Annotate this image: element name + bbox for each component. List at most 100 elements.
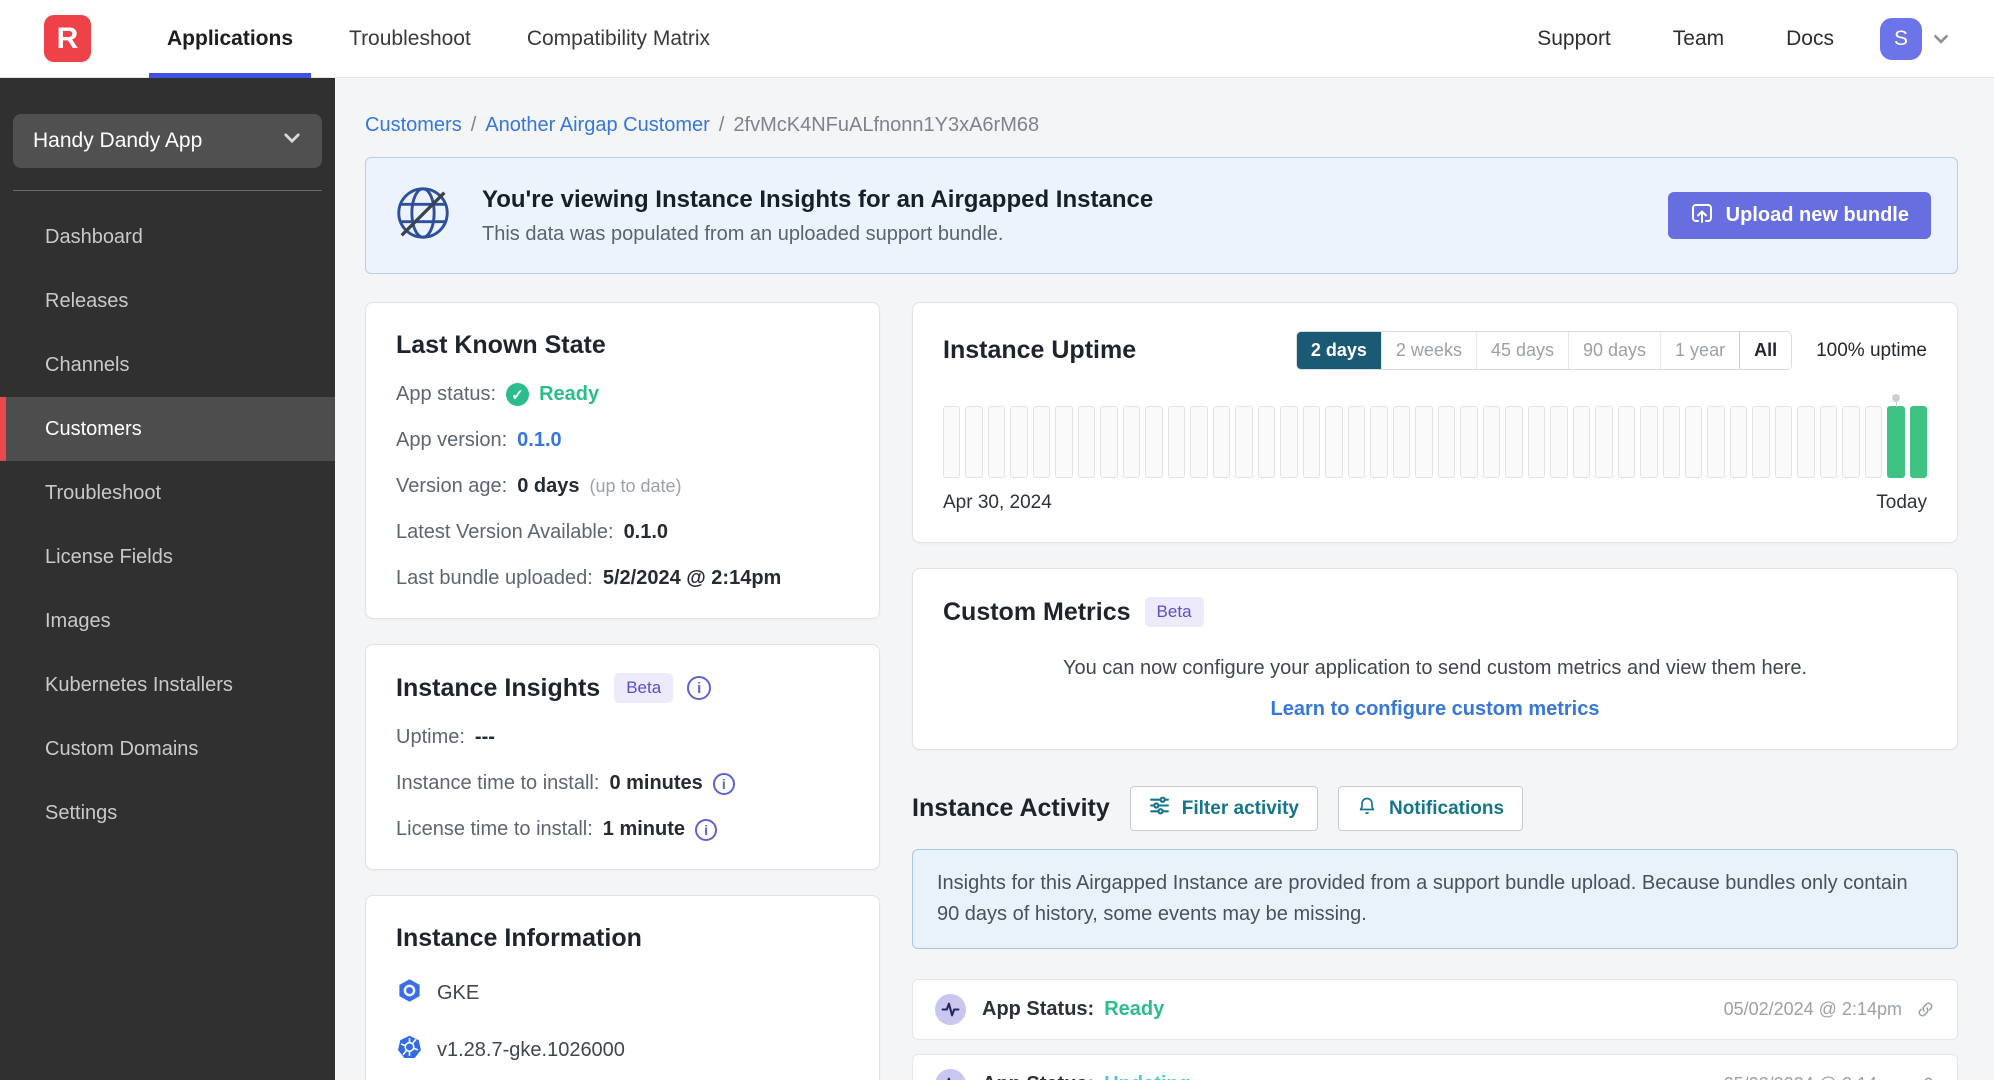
uptime-bar-empty[interactable] [1010, 406, 1028, 478]
uptime-bar-empty[interactable] [1392, 406, 1411, 478]
tab-applications[interactable]: Applications [139, 0, 321, 78]
uptime-bar-empty[interactable] [1280, 406, 1298, 478]
uptime-bar-empty[interactable] [965, 406, 983, 478]
nav-link-docs[interactable]: Docs [1786, 27, 1834, 51]
app-status-row: App status: ✓ Ready [396, 383, 600, 406]
custom-metrics-body: You can now configure your application t… [1062, 657, 1808, 679]
chevron-down-icon [282, 128, 302, 154]
uptime-bar-empty[interactable] [1235, 406, 1253, 478]
permalink-icon[interactable] [1916, 1075, 1935, 1080]
chevron-down-icon[interactable] [1932, 30, 1950, 48]
sidebar-item-channels[interactable]: Channels [0, 333, 335, 397]
uptime-bar-empty[interactable] [1257, 406, 1276, 478]
last-known-state-card: Last Known State App status: ✓ Ready App… [365, 302, 880, 619]
uptime-bar-empty[interactable] [1370, 406, 1388, 478]
uptime-bar-empty[interactable] [1617, 406, 1636, 478]
uptime-bar-empty[interactable] [1077, 406, 1096, 478]
notifications-button[interactable]: Notifications [1337, 786, 1524, 831]
replicated-logo[interactable]: R [44, 15, 91, 62]
sidebar-menu: Dashboard Releases Channels Customers Tr… [0, 205, 335, 845]
range-45-days[interactable]: 45 days [1475, 332, 1568, 369]
uptime-bar-empty[interactable] [1864, 406, 1883, 478]
uptime-bar-empty[interactable] [1415, 406, 1433, 478]
app-version-row: App version: 0.1.0 [396, 429, 562, 452]
breadcrumb: Customers / Another Airgap Customer / 2f… [365, 114, 1040, 137]
uptime-bar-empty[interactable] [1527, 406, 1546, 478]
range-1-year[interactable]: 1 year [1660, 332, 1740, 369]
uptime-summary: 100% uptime [1816, 339, 1927, 361]
uptime-bar-empty[interactable] [1752, 406, 1770, 478]
uptime-bar-empty[interactable] [1662, 406, 1680, 478]
instance-activity-header: Instance Activity Filter activity Notifi… [912, 786, 1958, 831]
uptime-bar-empty[interactable] [1842, 406, 1860, 478]
sidebar-item-releases[interactable]: Releases [0, 269, 335, 333]
app-selector[interactable]: Handy Dandy App [13, 114, 322, 168]
uptime-bar-empty[interactable] [1145, 406, 1163, 478]
uptime-bar-empty[interactable] [1325, 406, 1343, 478]
avatar[interactable]: S [1880, 17, 1922, 60]
instance-time-to-install-row: Instance time to install: 0 minutes i [396, 772, 849, 795]
sidebar-item-settings[interactable]: Settings [0, 781, 335, 845]
uptime-bar-empty[interactable] [1190, 406, 1208, 478]
upload-new-bundle-button[interactable]: Upload new bundle [1667, 192, 1931, 239]
uptime-bar-empty[interactable] [1819, 406, 1838, 478]
uptime-bar-empty[interactable] [987, 406, 1006, 478]
bell-icon [1357, 796, 1377, 822]
last-bundle-row: Last bundle uploaded: 5/2/2024 @ 2:14pm [396, 567, 782, 589]
uptime-bar-empty[interactable] [1774, 406, 1793, 478]
sidebar-item-kubernetes-installers[interactable]: Kubernetes Installers [0, 653, 335, 717]
breadcrumb-customer-name[interactable]: Another Airgap Customer [485, 114, 710, 137]
uptime-bar-empty[interactable] [1482, 406, 1501, 478]
tab-troubleshoot[interactable]: Troubleshoot [321, 0, 499, 78]
info-icon[interactable]: i [687, 676, 712, 700]
uptime-bar-empty[interactable] [1122, 406, 1141, 478]
range-2-weeks[interactable]: 2 weeks [1380, 332, 1476, 369]
uptime-bar-up[interactable] [1909, 406, 1928, 478]
uptime-bar-empty[interactable] [1212, 406, 1231, 478]
sidebar-item-images[interactable]: Images [0, 589, 335, 653]
configure-custom-metrics-link[interactable]: Learn to configure custom metrics [943, 698, 1927, 721]
uptime-start-label: Apr 30, 2024 [943, 492, 1052, 513]
uptime-bar-empty[interactable] [1302, 406, 1321, 478]
sidebar-item-troubleshoot[interactable]: Troubleshoot [0, 461, 335, 525]
uptime-bar-empty[interactable] [1684, 406, 1703, 478]
event-status: Ready [1104, 998, 1165, 1020]
tab-compatibility-matrix[interactable]: Compatibility Matrix [499, 0, 738, 78]
beta-badge: Beta [1144, 597, 1204, 627]
uptime-bar-empty[interactable] [1460, 406, 1478, 478]
filter-activity-button[interactable]: Filter activity [1129, 786, 1318, 831]
uptime-bar-empty[interactable] [1437, 406, 1456, 478]
uptime-bar-empty[interactable] [1505, 406, 1523, 478]
uptime-bar-empty[interactable] [1055, 406, 1073, 478]
sidebar-item-license-fields[interactable]: License Fields [0, 525, 335, 589]
uptime-bar-empty[interactable] [1347, 406, 1366, 478]
info-icon[interactable]: i [712, 772, 735, 795]
nav-link-support[interactable]: Support [1537, 27, 1611, 51]
uptime-bar-empty[interactable] [1797, 406, 1815, 478]
sidebar-item-dashboard[interactable]: Dashboard [0, 205, 335, 269]
sidebar-item-custom-domains[interactable]: Custom Domains [0, 717, 335, 781]
uptime-bar-empty[interactable] [1167, 406, 1186, 478]
range-90-days[interactable]: 90 days [1568, 332, 1661, 369]
uptime-bar-empty[interactable] [1572, 406, 1591, 478]
uptime-bar-empty[interactable] [1032, 406, 1051, 478]
range-all[interactable]: All [1739, 332, 1792, 369]
breadcrumb-customers[interactable]: Customers [365, 114, 462, 137]
uptime-bar-empty[interactable] [1595, 406, 1613, 478]
info-icon[interactable]: i [695, 818, 718, 841]
range-2-days[interactable]: 2 days [1296, 332, 1381, 369]
uptime-bar-empty[interactable] [1100, 406, 1118, 478]
app-version-link[interactable]: 0.1.0 [517, 429, 561, 452]
uptime-bar-empty[interactable] [1640, 406, 1658, 478]
nav-link-team[interactable]: Team [1673, 27, 1724, 51]
event-timestamp: 05/02/2024 @ 2:14pm [1724, 1074, 1902, 1080]
uptime-bar-empty[interactable] [1729, 406, 1748, 478]
card-title: Last Known State [396, 331, 606, 359]
sidebar-item-customers[interactable]: Customers [0, 397, 335, 461]
uptime-bar-empty[interactable] [1707, 406, 1725, 478]
banner-subtitle: This data was populated from an uploaded… [482, 222, 1004, 245]
uptime-bar-empty[interactable] [1550, 406, 1568, 478]
permalink-icon[interactable] [1916, 1000, 1935, 1019]
uptime-bar-up[interactable] [1887, 401, 1905, 478]
uptime-bar-empty[interactable] [943, 406, 961, 478]
